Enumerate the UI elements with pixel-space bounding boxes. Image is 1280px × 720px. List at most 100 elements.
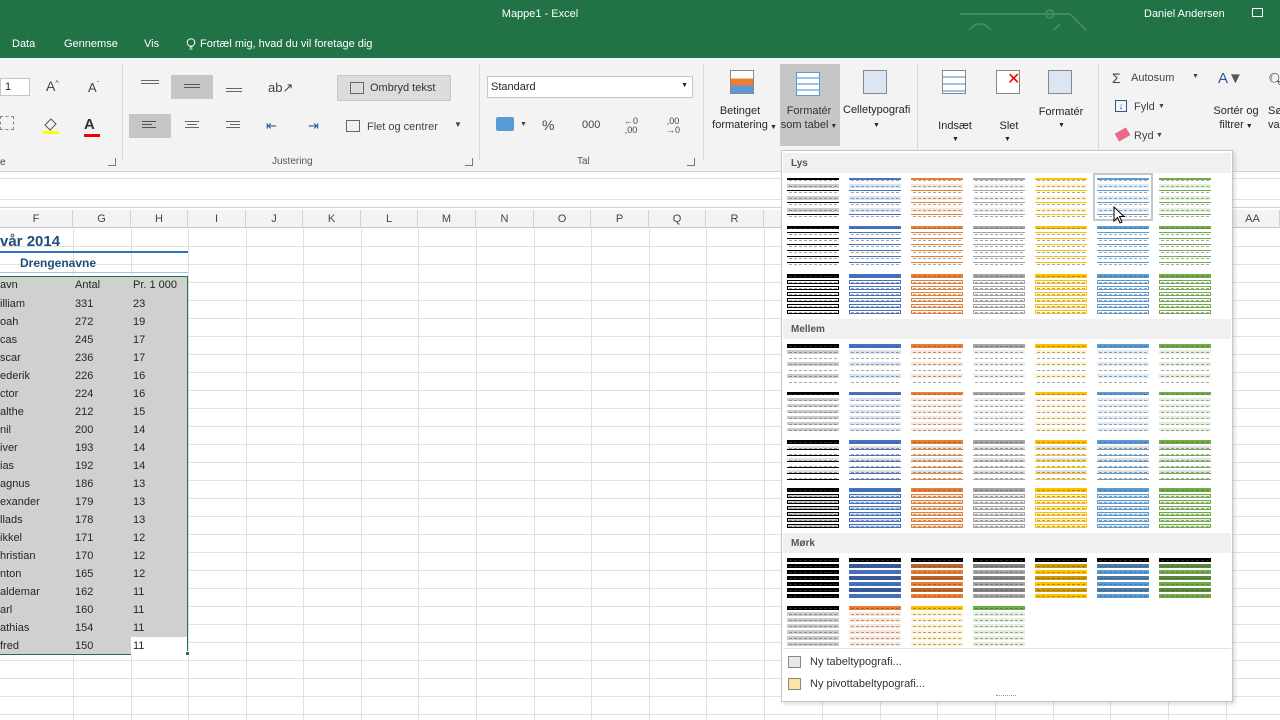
table-cell[interactable]: 19	[133, 313, 187, 331]
table-style-swatch[interactable]	[1095, 555, 1151, 599]
table-cell[interactable]: 193	[75, 439, 131, 457]
align-bottom-icon[interactable]	[226, 88, 242, 94]
table-cell[interactable]: 13	[133, 511, 187, 529]
user-name[interactable]: Daniel Andersen	[1144, 8, 1225, 20]
table-cell[interactable]: 14	[133, 457, 187, 475]
column-header[interactable]: J	[246, 210, 303, 228]
wrap-text-button[interactable]: Ombryd tekst	[337, 75, 451, 101]
table-style-swatch[interactable]	[909, 271, 965, 315]
table-cell[interactable]: llads	[0, 511, 72, 529]
number-launcher-icon[interactable]	[687, 158, 695, 166]
table-cell[interactable]: 14	[133, 421, 187, 439]
column-header[interactable]: I	[188, 210, 246, 228]
percent-style-button[interactable]: %	[542, 117, 554, 133]
column-header[interactable]: AA	[1226, 210, 1280, 228]
table-style-swatch[interactable]	[847, 175, 903, 219]
format-cells-button[interactable]: Formatér ▼	[1034, 62, 1088, 146]
table-cell[interactable]: 178	[75, 511, 131, 529]
table-cell[interactable]: cas	[0, 331, 72, 349]
table-style-swatch[interactable]	[847, 437, 903, 481]
table-cell[interactable]: hristian	[0, 547, 72, 565]
table-cell[interactable]: athias	[0, 619, 72, 637]
table-cell[interactable]: 160	[75, 601, 131, 619]
new-pivot-style-item[interactable]: Ny pivottabeltypografi...	[810, 678, 925, 690]
table-cell[interactable]: 23	[133, 295, 187, 313]
table-style-swatch[interactable]	[909, 485, 965, 529]
table-style-swatch[interactable]	[971, 223, 1027, 267]
table-cell[interactable]: 11	[133, 637, 187, 655]
table-cell[interactable]: 186	[75, 475, 131, 493]
table-cell[interactable]: illiam	[0, 295, 72, 313]
alignment-launcher-icon[interactable]	[465, 158, 473, 166]
merge-dropdown-icon[interactable]: ▼	[454, 120, 462, 129]
merge-center-icon[interactable]	[346, 120, 360, 132]
font-color-icon[interactable]: A	[84, 116, 95, 133]
fill-down-icon[interactable]: ↓	[1115, 100, 1127, 112]
table-style-swatch[interactable]	[785, 341, 841, 385]
table-style-swatch[interactable]	[971, 603, 1027, 647]
table-style-swatch[interactable]	[1095, 223, 1151, 267]
table-cell[interactable]: 165	[75, 565, 131, 583]
table-cell[interactable]: 236	[75, 349, 131, 367]
increase-indent-icon[interactable]: ⇥	[308, 118, 319, 134]
sheet-title[interactable]: vår 2014	[0, 231, 60, 253]
table-cell[interactable]: scar	[0, 349, 72, 367]
delete-cells-button[interactable]: ✕ Slet ▼	[984, 62, 1034, 146]
table-style-swatch[interactable]	[785, 603, 841, 647]
clear-eraser-icon[interactable]	[1114, 127, 1131, 142]
decrease-decimal-icon[interactable]: ,00 →0	[666, 117, 680, 135]
merge-center-button[interactable]: Flet og centrer	[367, 121, 438, 133]
table-cell[interactable]: 226	[75, 367, 131, 385]
table-cell[interactable]: 272	[75, 313, 131, 331]
table-style-swatch[interactable]	[1095, 271, 1151, 315]
table-cell[interactable]: 13	[133, 493, 187, 511]
table-cell[interactable]: 11	[133, 619, 187, 637]
column-header-cell[interactable]: Pr. 1 000	[133, 276, 187, 294]
table-style-swatch[interactable]	[1033, 271, 1089, 315]
table-cell[interactable]: 162	[75, 583, 131, 601]
table-style-swatch[interactable]	[1157, 175, 1213, 219]
table-style-swatch[interactable]	[1033, 223, 1089, 267]
table-style-swatch[interactable]	[847, 389, 903, 433]
ribbon-display-options-icon[interactable]	[1252, 8, 1263, 17]
cell-styles-button[interactable]: Celletypografi ▼	[843, 62, 911, 138]
table-style-swatch[interactable]	[971, 437, 1027, 481]
table-style-swatch[interactable]	[1095, 485, 1151, 529]
chevron-down-icon[interactable]: ▼	[1156, 132, 1163, 139]
table-cell[interactable]: ederik	[0, 367, 72, 385]
decrease-indent-icon[interactable]: ⇤	[266, 118, 277, 134]
table-style-swatch[interactable]	[1157, 271, 1213, 315]
table-style-swatch[interactable]	[1095, 437, 1151, 481]
table-style-swatch[interactable]	[1033, 485, 1089, 529]
table-cell[interactable]: ias	[0, 457, 72, 475]
column-header[interactable]: K	[303, 210, 361, 228]
table-cell[interactable]: 16	[133, 367, 187, 385]
table-style-swatch[interactable]	[1095, 389, 1151, 433]
autosum-button[interactable]: Autosum	[1131, 72, 1174, 84]
table-style-swatch[interactable]	[971, 389, 1027, 433]
align-right-icon[interactable]	[226, 121, 240, 130]
table-cell[interactable]: oah	[0, 313, 72, 331]
comma-style-button[interactable]: 000	[582, 119, 600, 131]
table-cell[interactable]: 170	[75, 547, 131, 565]
resize-handle[interactable]	[996, 695, 1016, 697]
column-header[interactable]: R	[706, 210, 764, 228]
table-style-swatch[interactable]	[847, 223, 903, 267]
table-cell[interactable]: exander	[0, 493, 72, 511]
column-header[interactable]: Q	[649, 210, 706, 228]
table-style-swatch[interactable]	[1157, 555, 1213, 599]
table-cell[interactable]: 12	[133, 529, 187, 547]
column-header[interactable]: O	[534, 210, 591, 228]
table-cell[interactable]: ctor	[0, 385, 72, 403]
clear-button[interactable]: Ryd	[1134, 130, 1154, 142]
fill-button[interactable]: Fyld	[1134, 101, 1155, 113]
table-style-swatch[interactable]	[971, 175, 1027, 219]
table-style-swatch[interactable]	[1033, 389, 1089, 433]
tell-me-search[interactable]: Fortæl mig, hvad du vil foretage dig	[200, 38, 372, 50]
table-style-swatch[interactable]	[785, 555, 841, 599]
table-style-swatch[interactable]	[1033, 437, 1089, 481]
table-style-swatch[interactable]	[847, 555, 903, 599]
column-header[interactable]: H	[131, 210, 188, 228]
table-style-swatch[interactable]	[1157, 437, 1213, 481]
table-style-swatch[interactable]	[909, 555, 965, 599]
